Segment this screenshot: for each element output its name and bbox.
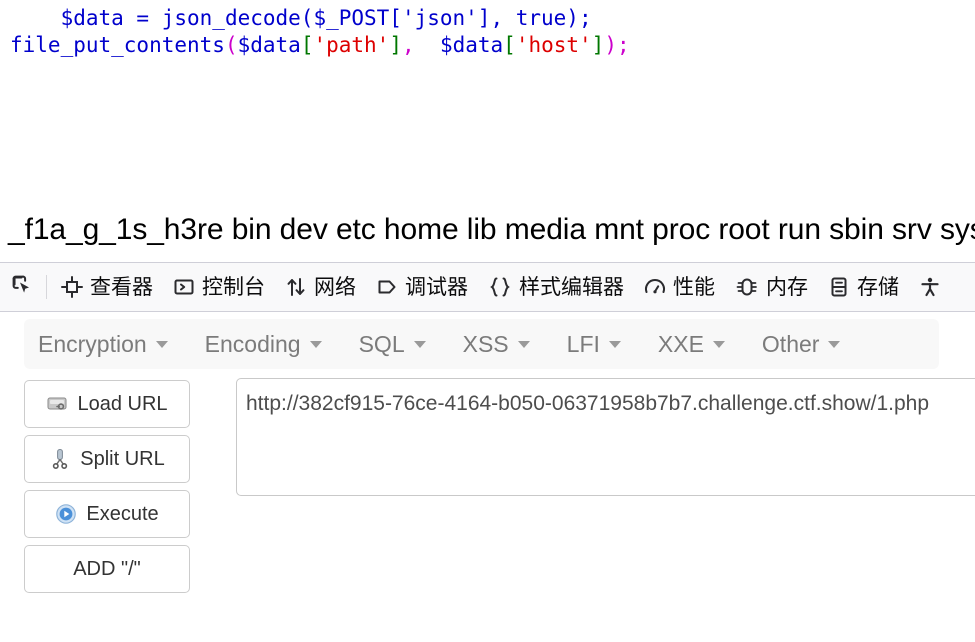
console-icon — [173, 276, 195, 298]
debugger-icon — [376, 276, 398, 298]
chevron-down-icon — [712, 340, 725, 348]
memory-icon — [735, 276, 759, 298]
element-picker-button[interactable] — [0, 263, 46, 311]
execute-icon — [55, 503, 77, 525]
tab-console[interactable]: 控制台 — [163, 263, 275, 311]
style-editor-icon — [488, 276, 512, 298]
code-token: ; — [616, 33, 630, 57]
performance-icon — [644, 276, 666, 298]
inspector-icon — [61, 276, 83, 298]
hackbar-button-column: Load URL Split URL Execute ADD "/" — [24, 380, 190, 600]
load-url-label: Load URL — [77, 392, 168, 415]
menu-xxe[interactable]: XXE — [658, 331, 725, 358]
tab-performance-label: 性能 — [673, 275, 715, 299]
load-url-icon — [46, 393, 68, 415]
chevron-down-icon — [413, 340, 426, 348]
tab-debugger-label: 调试器 — [405, 275, 468, 299]
menu-encoding[interactable]: Encoding — [205, 331, 322, 358]
split-url-label: Split URL — [80, 447, 165, 470]
tab-console-label: 控制台 — [202, 275, 265, 299]
menu-encoding-label: Encoding — [204, 330, 301, 357]
menu-encryption[interactable]: Encryption — [38, 331, 168, 358]
split-url-icon — [49, 448, 71, 470]
ls-command-output: _f1a_g_1s_h3re bin dev etc home lib medi… — [8, 213, 975, 246]
execute-label: Execute — [86, 502, 159, 525]
tab-inspector[interactable]: 查看器 — [51, 263, 163, 311]
code-token: file_put_contents — [10, 33, 225, 57]
hackbar-menubar: Encryption Encoding SQL XSS LFI XXE Other — [24, 319, 939, 369]
split-url-button[interactable]: Split URL — [24, 435, 190, 483]
code-token: ) — [604, 33, 617, 57]
menu-other-label: Other — [761, 330, 820, 357]
menu-xxe-label: XXE — [657, 330, 704, 357]
code-token: [ — [300, 33, 314, 57]
url-input[interactable] — [236, 378, 975, 496]
code-token: , — [401, 33, 415, 57]
menu-encryption-label: Encryption — [38, 330, 147, 357]
chevron-down-icon — [608, 340, 621, 348]
tab-memory-label: 内存 — [766, 275, 808, 299]
menu-sql[interactable]: SQL — [359, 331, 426, 358]
code-token: ] — [389, 33, 402, 57]
tab-network-label: 网络 — [314, 275, 356, 299]
chevron-down-icon — [828, 340, 841, 348]
code-token: ] — [591, 33, 605, 57]
tab-network[interactable]: 网络 — [275, 263, 366, 311]
tab-storage-label: 存储 — [857, 275, 899, 299]
code-token: [ — [503, 33, 516, 57]
code-token: 'host' — [515, 33, 592, 57]
code-clipped-text: $data = json_decode($_POST['json'], true… — [60, 6, 592, 30]
chevron-down-icon — [155, 340, 168, 348]
chevron-down-icon — [517, 340, 530, 348]
code-token: $data — [439, 33, 504, 57]
rendered-page-content: $data = json_decode($_POST['json'], true… — [0, 0, 975, 262]
toolbar-divider — [46, 275, 47, 299]
tab-inspector-label: 查看器 — [90, 275, 153, 299]
execute-button[interactable]: Execute — [24, 490, 190, 538]
tab-accessibility[interactable] — [909, 263, 958, 311]
accessibility-icon — [919, 276, 941, 298]
menu-sql-label: SQL — [358, 330, 405, 357]
tab-storage[interactable]: 存储 — [818, 263, 909, 311]
storage-icon — [828, 276, 850, 298]
code-token: 'path' — [313, 33, 390, 57]
tab-debugger[interactable]: 调试器 — [366, 263, 478, 311]
devtools-toolbar: 查看器 控制台 网络 调试器 样式编辑器 性能 内存 存储 — [0, 262, 975, 312]
menu-xss[interactable]: XSS — [463, 331, 530, 358]
menu-other[interactable]: Other — [762, 331, 841, 358]
code-token: ( — [224, 33, 238, 57]
tab-style-editor[interactable]: 样式编辑器 — [478, 263, 634, 311]
hackbar-panel: Encryption Encoding SQL XSS LFI XXE Other Load… — [0, 313, 975, 642]
tab-performance[interactable]: 性能 — [634, 263, 725, 311]
tab-style-editor-label: 样式编辑器 — [519, 275, 624, 299]
menu-lfi[interactable]: LFI — [567, 331, 621, 358]
php-code-line: file_put_contents($data['path'], $data['… — [10, 33, 630, 57]
menu-xss-label: XSS — [462, 330, 509, 357]
load-url-button[interactable]: Load URL — [24, 380, 190, 428]
network-icon — [285, 276, 307, 298]
menu-lfi-label: LFI — [566, 330, 600, 357]
code-token: $data — [237, 33, 301, 57]
tab-memory[interactable]: 内存 — [725, 263, 818, 311]
add-slash-label: ADD "/" — [73, 557, 141, 580]
element-picker-icon — [12, 275, 29, 293]
chevron-down-icon — [309, 340, 322, 348]
add-slash-button[interactable]: ADD "/" — [24, 545, 190, 593]
